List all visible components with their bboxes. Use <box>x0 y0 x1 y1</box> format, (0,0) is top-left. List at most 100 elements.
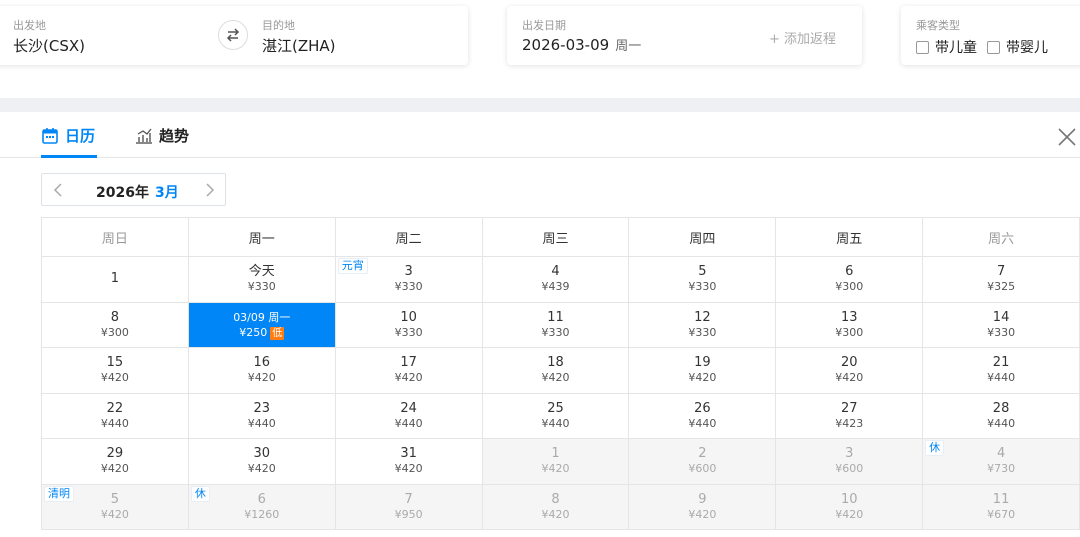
calendar-day[interactable]: 5 ¥330 <box>629 257 777 303</box>
calendar-day[interactable]: 23 ¥440 <box>188 393 336 439</box>
date-field[interactable]: 出发日期 2026-03-09 周一 + 添加返程 <box>507 6 862 65</box>
add-return-button[interactable]: + 添加返程 <box>769 28 836 47</box>
chevron-left-icon[interactable] <box>50 181 68 199</box>
calendar-icon <box>42 127 58 144</box>
calendar-day[interactable]: 17 ¥420 <box>335 348 483 394</box>
calendar-day[interactable]: 24 ¥440 <box>335 393 483 439</box>
day-number: 03/09 周一 <box>233 310 291 324</box>
day-price-value: ¥325 <box>987 280 1016 294</box>
calendar-day[interactable]: 25 ¥440 <box>482 393 630 439</box>
calendar-day[interactable]: 11 ¥670 <box>923 484 1080 530</box>
month-label: 2026年 3月 <box>96 182 179 202</box>
calendar-day[interactable]: 18 ¥420 <box>482 348 630 394</box>
month-year: 2026年 <box>96 185 149 201</box>
day-price-value: ¥600 <box>835 462 864 476</box>
calendar-day[interactable]: 9 ¥420 <box>629 484 777 530</box>
day-number: 10 <box>840 491 858 507</box>
day-number: 18 <box>547 355 564 371</box>
day-number: 22 <box>106 400 124 416</box>
day-price-value: ¥420 <box>541 507 570 521</box>
day-number: 12 <box>694 309 711 325</box>
calendar-day[interactable]: 21 ¥440 <box>923 348 1080 394</box>
day-price: ¥423 <box>835 417 863 431</box>
weekday-header: 周五 <box>776 218 924 257</box>
calendar-day[interactable]: 31 ¥420 <box>335 439 483 485</box>
calendar-day[interactable]: 清明 5 ¥420 <box>42 484 189 530</box>
day-price: ¥330 <box>395 280 423 294</box>
route-field[interactable]: 出发地 长沙(CSX) 目的地 湛江(ZHA) <box>0 6 468 65</box>
calendar-day[interactable]: 26 ¥440 <box>629 393 777 439</box>
day-price: ¥330 <box>248 280 276 294</box>
date-value[interactable]: 2026-03-09 周一 <box>522 35 641 54</box>
calendar-day[interactable]: 6 ¥300 <box>776 257 924 303</box>
day-price-value: ¥300 <box>100 325 129 339</box>
day-number: 7 <box>404 491 413 507</box>
child-checkbox[interactable]: 带儿童 <box>916 37 977 57</box>
close-icon[interactable] <box>1056 126 1078 148</box>
day-price-value: ¥250 <box>239 325 268 339</box>
calendar-day[interactable]: 12 ¥330 <box>629 302 777 348</box>
tab-calendar[interactable]: 日历 <box>41 125 95 146</box>
calendar-day[interactable]: 7 ¥950 <box>335 484 483 530</box>
calendar-day[interactable]: 30 ¥420 <box>188 439 336 485</box>
from-label: 出发地 <box>13 19 46 32</box>
day-price: ¥730 <box>987 462 1015 476</box>
day-price: ¥420 <box>835 371 863 385</box>
day-number: 29 <box>106 446 124 462</box>
calendar-day[interactable]: 元宵 3 ¥330 <box>335 257 483 303</box>
infant-checkbox[interactable]: 带婴儿 <box>987 37 1048 57</box>
calendar-day[interactable]: 13 ¥300 <box>776 302 924 348</box>
day-price-value: ¥420 <box>835 371 864 385</box>
tab-trend[interactable]: 趋势 <box>135 125 189 146</box>
calendar-day[interactable]: 8 ¥300 <box>42 302 189 348</box>
day-price-value: ¥420 <box>100 462 129 476</box>
calendar-week-row: 22 ¥440 23 ¥440 24 ¥440 25 ¥440 26 ¥440 27 ¥423 28 ¥4… <box>42 393 1080 439</box>
flight-search-bar: 出发地 长沙(CSX) 目的地 湛江(ZHA) 出发日期 2026-03-09 周… <box>0 0 1080 98</box>
calendar-day[interactable]: 1 ¥420 <box>482 439 630 485</box>
chevron-right-icon[interactable] <box>200 181 218 199</box>
day-price: ¥440 <box>101 417 129 431</box>
active-tab-indicator <box>41 155 97 158</box>
calendar-day[interactable]: 16 ¥420 <box>188 348 336 394</box>
calendar-day[interactable]: 10 ¥420 <box>776 484 924 530</box>
day-price: ¥600 <box>688 462 716 476</box>
day-price-value: ¥420 <box>100 507 129 521</box>
date-text: 2026-03-09 <box>522 36 610 54</box>
calendar-day[interactable]: 休 6 ¥1260 <box>188 484 336 530</box>
day-price: ¥330 <box>987 326 1015 340</box>
calendar-day[interactable]: 休 4 ¥730 <box>923 439 1080 485</box>
calendar-day[interactable]: 10 ¥330 <box>335 302 483 348</box>
calendar-day[interactable]: 1 <box>42 257 189 303</box>
day-number: 今天 <box>248 264 275 280</box>
calendar-day[interactable]: 4 ¥439 <box>482 257 630 303</box>
calendar-day[interactable]: 29 ¥420 <box>42 439 189 485</box>
day-number: 20 <box>840 355 858 371</box>
calendar-day[interactable]: 2 ¥600 <box>629 439 777 485</box>
calendar-day[interactable]: 28 ¥440 <box>923 393 1080 439</box>
holiday-tag: 清明 <box>44 485 74 502</box>
calendar-day[interactable]: 15 ¥420 <box>42 348 189 394</box>
calendar-day[interactable]: 8 ¥420 <box>482 484 630 530</box>
calendar-day[interactable]: 今天 ¥330 <box>188 257 336 303</box>
calendar-day[interactable]: 20 ¥420 <box>776 348 924 394</box>
swap-button[interactable] <box>218 20 248 50</box>
calendar-day[interactable]: 22 ¥440 <box>42 393 189 439</box>
date-weekday: 周一 <box>615 39 642 54</box>
calendar-day-selected[interactable]: 03/09 周一 ¥250 低 <box>188 302 336 348</box>
weekday-header-row: 周日 周一 周二 周三 周四 周五 周六 <box>42 218 1080 257</box>
day-number: 26 <box>694 400 711 416</box>
calendar-day[interactable]: 19 ¥420 <box>629 348 777 394</box>
day-price-value: ¥420 <box>688 507 717 521</box>
day-number: 19 <box>694 355 711 371</box>
calendar-day[interactable]: 11 ¥330 <box>482 302 630 348</box>
from-value[interactable]: 长沙(CSX) <box>13 35 85 56</box>
calendar-day[interactable]: 3 ¥600 <box>776 439 924 485</box>
calendar-day[interactable]: 14 ¥330 <box>923 302 1080 348</box>
swap-icon <box>226 28 240 42</box>
calendar-day[interactable]: 7 ¥325 <box>923 257 1080 303</box>
day-price-value: ¥420 <box>247 371 276 385</box>
calendar-day[interactable]: 27 ¥423 <box>776 393 924 439</box>
day-number: 4 <box>551 264 560 280</box>
day-price: ¥325 <box>987 280 1015 294</box>
to-value[interactable]: 湛江(ZHA) <box>262 35 336 56</box>
